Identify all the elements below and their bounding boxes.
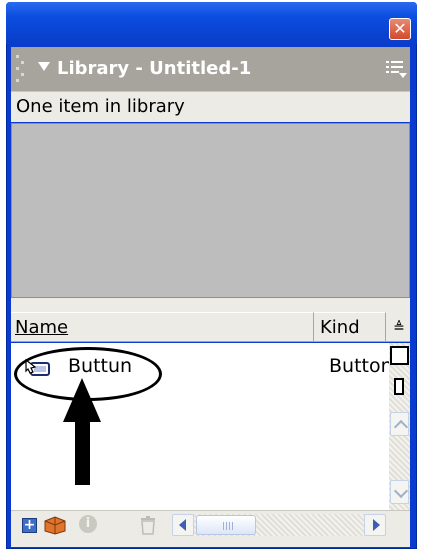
annotation-arrow-head: [63, 378, 101, 422]
drag-grip-dot: [21, 73, 24, 76]
chevron-down-icon: [393, 483, 409, 499]
panel-title[interactable]: Library - Untitled-1: [57, 54, 251, 84]
wide-state-icon[interactable]: [390, 346, 409, 365]
drag-grip-dot: [16, 67, 19, 70]
scroll-down-button[interactable]: [390, 480, 409, 504]
pane-divider[interactable]: [11, 298, 410, 312]
arrow-right-icon: [373, 519, 380, 531]
drag-grip-dot: [21, 61, 24, 64]
thumb-grip: [232, 522, 233, 530]
chevron-up-icon: [393, 419, 409, 435]
delete-icon[interactable]: [139, 515, 157, 535]
item-count-label: One item in library: [16, 96, 185, 117]
preview-pane: [11, 123, 410, 298]
column-header-name-label[interactable]: Name: [15, 312, 68, 342]
options-menu-icon[interactable]: [386, 59, 407, 79]
narrow-state-icon[interactable]: [394, 378, 404, 395]
column-header-kind-label[interactable]: Kind: [320, 312, 360, 342]
options-line: [391, 61, 403, 63]
sort-order-icon[interactable]: ≜: [390, 318, 408, 338]
scroll-right-button[interactable]: [364, 514, 386, 536]
library-item-kind[interactable]: Button: [329, 351, 389, 381]
scroll-left-button[interactable]: [172, 514, 194, 536]
options-line: [391, 66, 403, 68]
close-icon: ✕: [393, 19, 407, 38]
properties-icon[interactable]: i: [79, 515, 97, 533]
horizontal-scroll-thumb[interactable]: [196, 515, 256, 535]
drag-grip-icon[interactable]: [16, 55, 19, 58]
options-line: [386, 61, 389, 63]
scroll-up-button[interactable]: [390, 412, 409, 436]
thumb-grip: [229, 522, 230, 530]
new-folder-icon[interactable]: [43, 515, 67, 535]
thumb-grip: [226, 522, 227, 530]
new-symbol-icon[interactable]: +: [22, 518, 37, 533]
close-button[interactable]: ✕: [389, 18, 411, 40]
triangle-down-icon[interactable]: [38, 62, 50, 71]
drag-grip-dot: [16, 79, 19, 82]
options-line: [391, 71, 399, 73]
options-line: [386, 66, 389, 68]
annotation-arrow-shaft: [75, 420, 90, 485]
arrow-left-icon: [179, 519, 186, 531]
options-dropdown-arrow: [399, 73, 407, 78]
window-titlebar[interactable]: [6, 2, 417, 44]
thumb-grip: [223, 522, 224, 530]
options-line: [386, 71, 389, 73]
